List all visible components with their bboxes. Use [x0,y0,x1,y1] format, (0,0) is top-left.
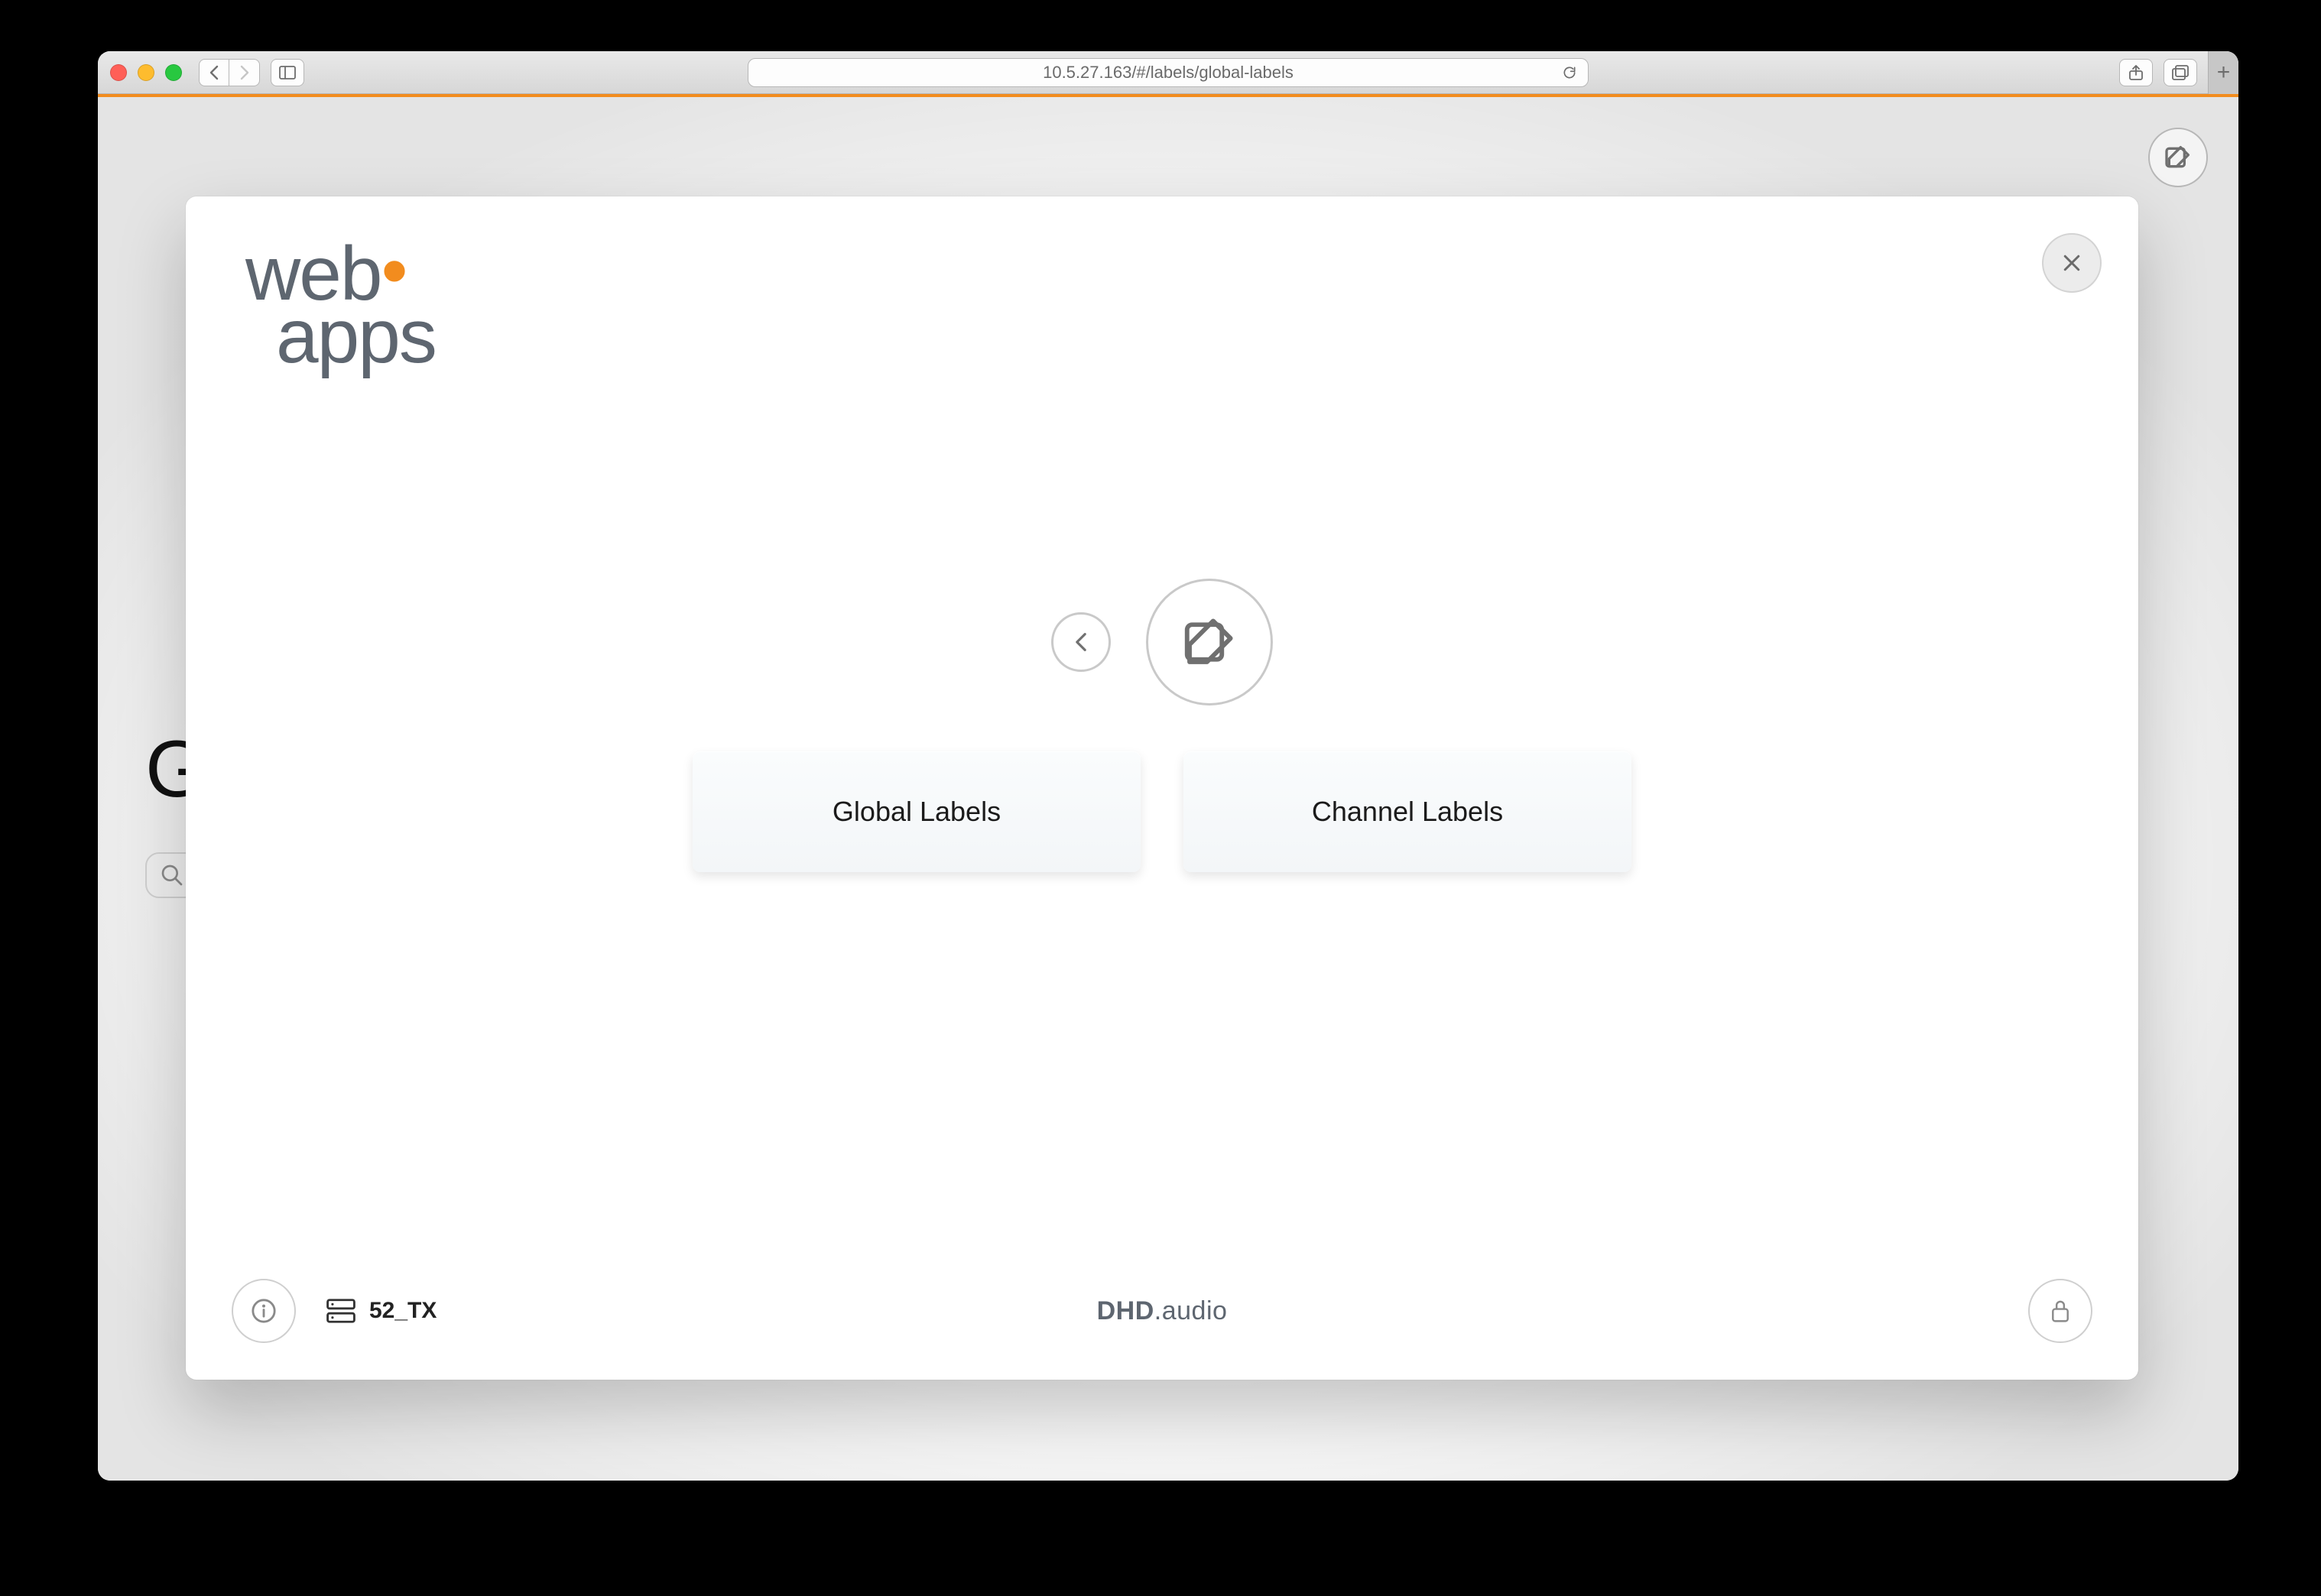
nav-card-channel-labels[interactable]: Channel Labels [1183,751,1631,872]
device-label: 52_TX [369,1298,437,1324]
brand-bold: DHD [1097,1296,1154,1325]
back-button[interactable] [1051,612,1111,672]
brand-rest: .audio [1154,1296,1228,1325]
close-button[interactable] [2042,233,2102,293]
device-indicator: 52_TX [326,1298,437,1324]
new-tab-button[interactable]: + [2208,51,2238,94]
window-close-button[interactable] [110,64,127,81]
nav-card-label: Global Labels [833,796,1001,828]
labels-section-icon [1146,579,1273,706]
window-zoom-button[interactable] [165,64,182,81]
nav-cards: Global Labels Channel Labels [693,751,1631,872]
device-icon [326,1298,355,1324]
url-text: 10.5.27.163/#/labels/global-labels [1043,63,1294,83]
nav-card-label: Channel Labels [1312,796,1503,828]
browser-window: 10.5.27.163/#/labels/global-labels + G [98,51,2238,1481]
logo-dot-icon: • [381,228,406,313]
nav-card-global-labels[interactable]: Global Labels [693,751,1141,872]
lock-button[interactable] [2028,1279,2092,1343]
nav-back-button[interactable] [199,59,229,86]
window-minimize-button[interactable] [138,64,154,81]
page-content: G web• apps [98,97,2238,1481]
modal-icon-row [1051,579,1273,706]
reload-icon[interactable] [1562,65,1577,80]
modal-center: Global Labels Channel Labels [693,579,1631,872]
logo-line2: apps [276,294,436,379]
webapps-logo: web• apps [245,242,436,368]
window-controls [110,64,182,81]
brand-label: DHD.audio [1097,1296,1228,1326]
navigation-modal: web• apps Global Labels [186,196,2138,1380]
url-bar[interactable]: 10.5.27.163/#/labels/global-labels [748,58,1589,87]
browser-titlebar: 10.5.27.163/#/labels/global-labels + [98,51,2238,94]
nav-forward-button[interactable] [229,59,260,86]
edit-icon[interactable] [2148,128,2208,187]
toolbar-right: + [2119,51,2226,94]
tabs-button[interactable] [2164,59,2197,86]
modal-footer: 52_TX DHD.audio [186,1279,2138,1343]
info-button[interactable] [232,1279,296,1343]
share-button[interactable] [2119,59,2153,86]
nav-back-forward [199,59,260,86]
sidebar-toggle-button[interactable] [271,59,304,86]
